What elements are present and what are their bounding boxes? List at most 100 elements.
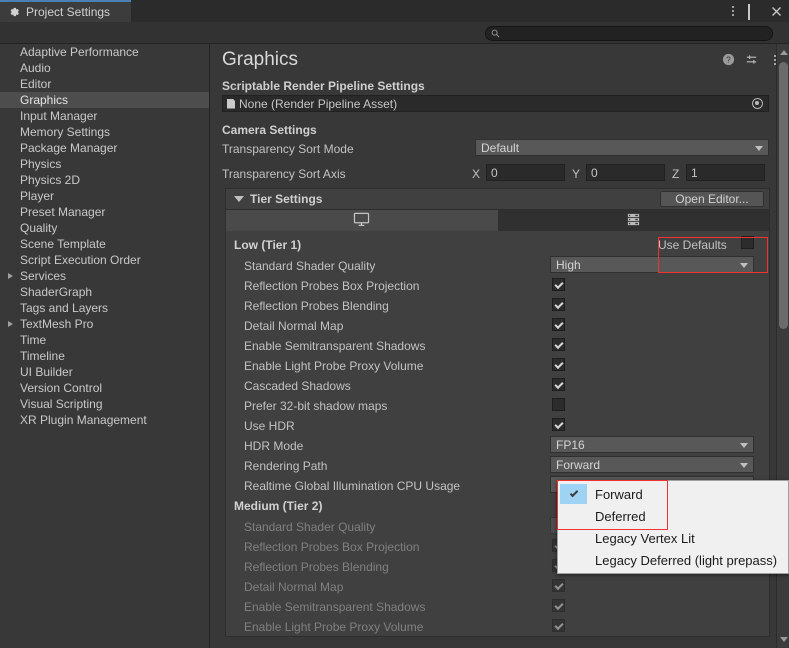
sidebar-item-quality[interactable]: Quality	[0, 220, 209, 236]
sidebar-item-ui-builder[interactable]: UI Builder	[0, 364, 209, 380]
use-defaults-label: Use Defaults	[658, 238, 727, 252]
sidebar-item-services[interactable]: Services	[0, 268, 209, 284]
property-checkbox[interactable]	[552, 278, 565, 291]
property-row: HDR Mode FP16	[226, 435, 769, 455]
sidebar-item-editor[interactable]: Editor	[0, 76, 209, 92]
axis-value-y: 0	[591, 165, 598, 180]
tier-tab-desktop[interactable]	[226, 210, 498, 231]
use-defaults-checkbox[interactable]	[741, 236, 754, 249]
property-label: Rendering Path	[244, 459, 328, 473]
chevron-down-icon	[740, 463, 748, 468]
sidebar-item-version-control[interactable]: Version Control	[0, 380, 209, 396]
property-checkbox[interactable]	[552, 599, 565, 612]
sidebar-item-xr-plugin-management[interactable]: XR Plugin Management	[0, 412, 209, 428]
sidebar-item-adaptive-performance[interactable]: Adaptive Performance	[0, 44, 209, 60]
chevron-down-icon	[755, 146, 763, 151]
property-dropdown[interactable]: High	[550, 256, 754, 273]
sidebar-item-audio[interactable]: Audio	[0, 60, 209, 76]
property-label: Reflection Probes Box Projection	[244, 279, 420, 293]
close-icon[interactable]	[770, 5, 783, 18]
sidebar-item-time[interactable]: Time	[0, 332, 209, 348]
property-dropdown-value: FP16	[556, 437, 585, 452]
sidebar-item-textmesh-pro[interactable]: TextMesh Pro	[0, 316, 209, 332]
tier-settings-header[interactable]: Tier Settings Open Editor...	[226, 189, 769, 209]
sidebar-item-player[interactable]: Player	[0, 188, 209, 204]
sidebar-scrollbar[interactable]	[202, 44, 208, 648]
option-label: Forward	[595, 486, 643, 502]
axis-input-y[interactable]: 0	[586, 164, 665, 181]
sidebar-item-physics-2d[interactable]: Physics 2D	[0, 172, 209, 188]
preset-icon[interactable]	[745, 53, 758, 66]
maximize-icon[interactable]	[748, 3, 761, 20]
sidebar-item-physics[interactable]: Physics	[0, 156, 209, 172]
sidebar-item-scene-template[interactable]: Scene Template	[0, 236, 209, 252]
rendering-path-option[interactable]: Legacy Deferred (light prepass)	[558, 549, 788, 571]
property-checkbox[interactable]	[552, 318, 565, 331]
axis-input-z[interactable]: 1	[686, 164, 765, 181]
scrollbar-thumb[interactable]	[779, 62, 788, 329]
option-check-cell	[560, 484, 587, 504]
kebab-menu-icon[interactable]	[726, 5, 739, 18]
sidebar-item-memory-settings[interactable]: Memory Settings	[0, 124, 209, 140]
sidebar-item-label: Script Execution Order	[20, 253, 141, 267]
tier1-group-row: Low (Tier 1) Use Defaults	[226, 234, 769, 255]
sidebar-item-label: TextMesh Pro	[20, 317, 94, 331]
tier2-group-label: Medium (Tier 2)	[234, 499, 323, 513]
property-checkbox[interactable]	[552, 338, 565, 351]
transparency-sort-mode-dropdown[interactable]: Default	[475, 139, 769, 156]
search-icon	[491, 27, 500, 41]
search-input[interactable]	[503, 27, 753, 40]
rendering-path-dropdown-menu[interactable]: Forward Deferred Legacy Vertex Lit Legacy D…	[557, 480, 789, 574]
sidebar-item-tags-and-layers[interactable]: Tags and Layers	[0, 300, 209, 316]
property-checkbox[interactable]	[552, 619, 565, 632]
scroll-down-arrow-icon[interactable]	[779, 637, 788, 642]
pane-header-icons: ?	[722, 53, 781, 66]
option-check-cell	[560, 550, 587, 570]
property-dropdown[interactable]: FP16	[550, 436, 754, 453]
foldout-arrow-icon[interactable]	[234, 196, 244, 202]
render-pipeline-asset-value: None (Render Pipeline Asset)	[239, 96, 398, 111]
property-checkbox[interactable]	[552, 398, 565, 411]
sidebar-item-label: Audio	[20, 61, 51, 75]
rendering-path-option[interactable]: Deferred	[558, 505, 788, 527]
sidebar-item-shadergraph[interactable]: ShaderGraph	[0, 284, 209, 300]
option-check-cell	[560, 528, 587, 548]
property-row: Detail Normal Map	[226, 315, 769, 335]
settings-sidebar[interactable]: Adaptive Performance Audio Editor Graphics I…	[0, 44, 210, 648]
tier-platform-tabs	[226, 209, 769, 231]
tier1-group-label: Low (Tier 1)	[234, 238, 302, 252]
rendering-path-option[interactable]: Legacy Vertex Lit	[558, 527, 788, 549]
scroll-up-arrow-icon[interactable]	[779, 50, 788, 55]
tab-project-settings[interactable]: Project Settings	[0, 0, 131, 22]
sidebar-item-preset-manager[interactable]: Preset Manager	[0, 204, 209, 220]
axis-input-x[interactable]: 0	[486, 164, 565, 181]
sidebar-item-graphics[interactable]: Graphics	[0, 92, 209, 108]
help-icon[interactable]: ?	[722, 53, 735, 66]
property-dropdown[interactable]: Forward	[550, 456, 754, 473]
property-checkbox[interactable]	[552, 298, 565, 311]
property-checkbox[interactable]	[552, 378, 565, 391]
tier-tab-webgl[interactable]	[497, 210, 769, 231]
sidebar-item-label: Input Manager	[20, 109, 98, 123]
render-pipeline-asset-field[interactable]: None (Render Pipeline Asset)	[222, 95, 769, 112]
property-checkbox[interactable]	[552, 418, 565, 431]
toolbar-search-row	[0, 22, 789, 44]
sidebar-list: Adaptive Performance Audio Editor Graphics I…	[0, 44, 209, 428]
object-picker-icon[interactable]	[752, 98, 763, 109]
property-row: Enable Light Probe Proxy Volume	[226, 355, 769, 375]
sidebar-item-visual-scripting[interactable]: Visual Scripting	[0, 396, 209, 412]
sidebar-item-package-manager[interactable]: Package Manager	[0, 140, 209, 156]
sidebar-item-label: Editor	[20, 77, 52, 91]
desktop-monitor-icon	[353, 212, 370, 230]
expand-arrow-icon[interactable]	[8, 273, 13, 279]
open-editor-button[interactable]: Open Editor...	[660, 191, 764, 207]
property-dropdown-value: High	[556, 257, 581, 272]
search-field[interactable]	[485, 26, 773, 41]
sidebar-item-input-manager[interactable]: Input Manager	[0, 108, 209, 124]
sidebar-item-timeline[interactable]: Timeline	[0, 348, 209, 364]
sidebar-item-script-execution-order[interactable]: Script Execution Order	[0, 252, 209, 268]
property-checkbox[interactable]	[552, 358, 565, 371]
rendering-path-option[interactable]: Forward	[558, 483, 788, 505]
property-checkbox[interactable]	[552, 579, 565, 592]
expand-arrow-icon[interactable]	[8, 321, 13, 327]
